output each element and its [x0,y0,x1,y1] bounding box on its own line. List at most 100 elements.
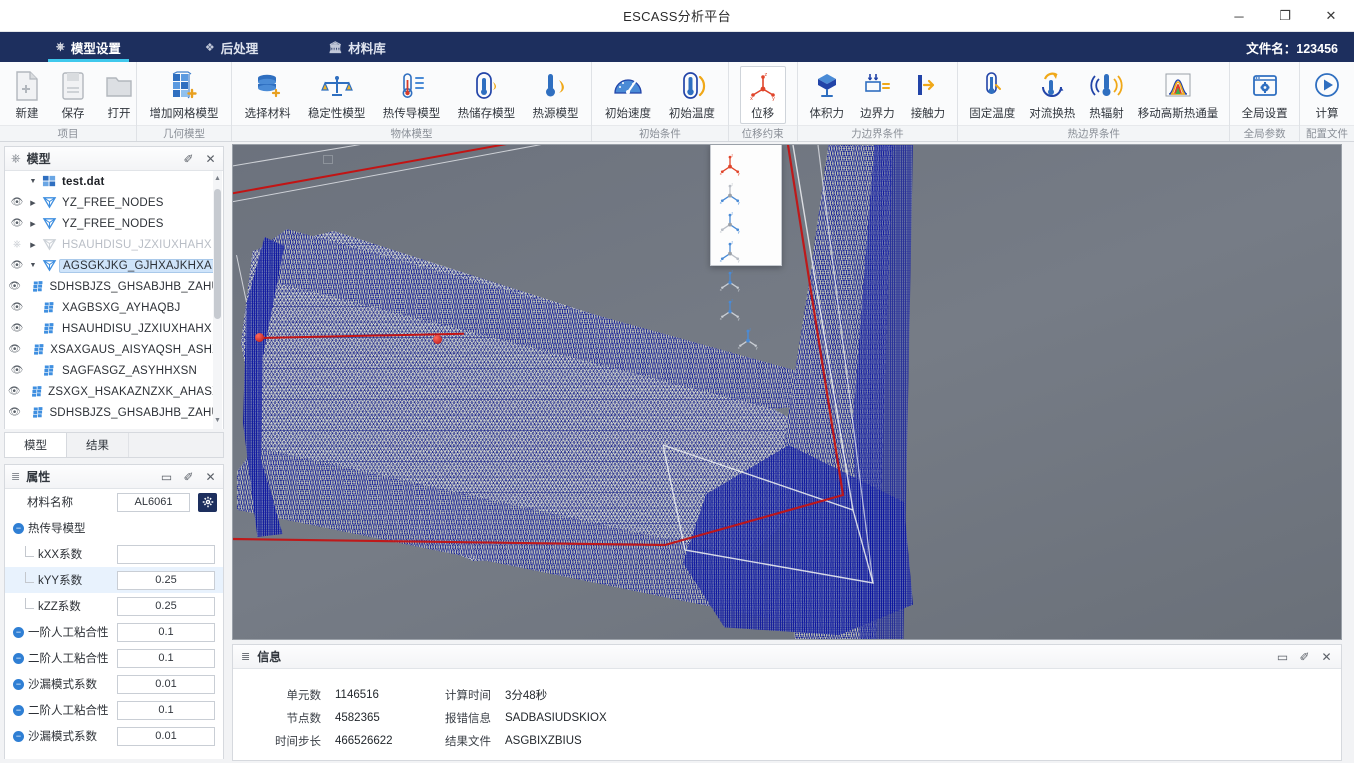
property-row-hourglass-b[interactable]: − 沙漏模式系数 0.01 [5,723,223,749]
scroll-up-arrow[interactable]: ▲ [213,173,222,185]
tab-model[interactable]: 模型 [5,433,67,457]
eye-icon[interactable]: 👁 [7,407,22,418]
add-mesh-model-button[interactable]: 增加网格模型 [142,66,225,124]
new-button[interactable]: 新建 [4,66,50,124]
eye-icon[interactable]: 👁 [7,365,27,376]
property-row-heat-conduction-section[interactable]: − 热传导模型 [5,515,223,541]
tree-item-hsauhdisu-hidden[interactable]: ⎈ ▶ HSAUHDISU_JZXIUXHAHX [5,234,223,255]
gear-icon[interactable] [198,493,217,512]
collapse-minus-icon[interactable]: − [13,731,24,742]
tree-item-part-7[interactable]: 👁 SDHSBJZS_GHSABJHB_ZAHU [5,402,223,423]
eye-icon[interactable]: 👁 [7,344,22,355]
tree-item-yz-free-nodes-1[interactable]: 👁 ▶ YZ_FREE_NODES [5,192,223,213]
tree-scrollbar[interactable]: ▲ ▼ [213,171,222,429]
thermal-radiation-button[interactable]: 热辐射 [1082,66,1131,124]
maximize-icon[interactable]: ▭ [160,470,173,483]
chevron-right-icon[interactable]: ▶ [27,199,39,207]
property-row-hourglass-a[interactable]: − 沙漏模式系数 0.01 [5,671,223,697]
tree-item-part-3[interactable]: 👁 HSAUHDISU_JZXIUXHAHX [5,318,223,339]
close-button[interactable]: ✕ [1308,0,1354,32]
constraint-z-icon[interactable]: zxy [731,323,765,352]
constraint-x-icon[interactable]: zxy [713,265,747,294]
eye-icon[interactable]: 👁 [7,302,27,313]
chevron-down-icon[interactable]: ▼ [27,178,39,185]
tree-item-agsgkjkg-selected[interactable]: 👁 ▼ AGSGKJKG_GJHXAJKHXA [5,255,223,276]
collapse-minus-icon[interactable]: − [13,627,24,638]
collapse-minus-icon[interactable]: − [13,523,24,534]
model-tree[interactable]: ▼ test.dat 👁 ▶ YZ_FREE_NODES [5,171,223,429]
property-row-kzz[interactable]: kZZ系数 0.25 [5,593,223,619]
tree-item-part-1[interactable]: 👁 SDHSBJZS_GHSABJHB_ZAHU [5,276,223,297]
kyy-field[interactable]: 0.25 [117,571,215,590]
constraint-yz-icon[interactable]: zxy [713,207,747,236]
tree-item-part-5[interactable]: 👁 SAGFASGZ_ASYHHXSN [5,360,223,381]
collapse-minus-icon[interactable]: − [13,679,24,690]
tree-item-root[interactable]: ▼ test.dat [5,171,223,192]
eye-icon[interactable]: 👁 [7,260,27,271]
eye-icon[interactable]: 👁 [7,197,27,208]
maximize-icon[interactable]: ▭ [1276,650,1289,663]
chevron-right-icon[interactable]: ▶ [27,241,39,249]
pin-icon[interactable]: ✐ [182,470,195,483]
tree-item-part-4[interactable]: 👁 XSAXGAUS_AISYAQSH_ASHX [5,339,223,360]
initial-temperature-button[interactable]: 初始温度 [662,66,722,124]
eye-icon[interactable]: 👁 [7,323,27,334]
material-name-field[interactable]: AL6061 [117,493,190,512]
displacement-constraint-palette[interactable]: zxy zxy zxy zxy zxy zxy [710,144,782,266]
eye-off-icon[interactable]: ⎈ [7,239,27,250]
property-row-second-order-viscosity-a[interactable]: − 二阶人工粘合性 0.1 [5,645,223,671]
heat-conduction-button[interactable]: 热传导模型 [376,66,448,124]
hourglass-b-field[interactable]: 0.01 [117,727,215,746]
eye-icon[interactable]: 👁 [7,386,21,397]
chevron-right-icon[interactable]: ▶ [27,220,39,228]
collapse-minus-icon[interactable]: − [13,653,24,664]
tree-item-yz-free-nodes-2[interactable]: 👁 ▶ YZ_FREE_NODES [5,213,223,234]
constraint-xy-icon[interactable]: zxy [713,178,747,207]
collapse-minus-icon[interactable]: − [13,705,24,716]
tree-item-part-6[interactable]: 👁 ZSXGX_HSAKAZNZXK_AHASX [5,381,223,402]
tab-results[interactable]: 结果 [67,433,129,457]
property-row-kyy[interactable]: kYY系数 0.25 [5,567,223,593]
kzz-field[interactable]: 0.25 [117,597,215,616]
tab-model-settings[interactable]: ⎈ 模型设置 [40,32,137,62]
tab-material-library[interactable]: 🏛 材料库 [312,32,401,62]
second-order-viscosity-b-field[interactable]: 0.1 [117,701,215,720]
kxx-field[interactable] [117,545,215,564]
convection-button[interactable]: 对流换热 [1022,66,1082,124]
constraint-y-icon[interactable]: zxy [713,294,747,323]
contact-force-button[interactable]: 接触力 [904,66,953,124]
viewport-3d[interactable]: zxy zxy zxy zxy zxy zxy [232,144,1342,640]
boundary-force-button[interactable]: 边界力 [853,66,902,124]
measurement-point-end[interactable] [433,335,442,344]
pin-icon[interactable]: ✐ [182,152,195,165]
heat-source-button[interactable]: 热源模型 [525,66,585,124]
scrollbar-thumb[interactable] [214,189,221,319]
hourglass-a-field[interactable]: 0.01 [117,675,215,694]
fixed-temperature-button[interactable]: 固定温度 [962,66,1022,124]
save-button[interactable]: 保存 [50,66,96,124]
second-order-viscosity-a-field[interactable]: 0.1 [117,649,215,668]
close-icon[interactable]: ✕ [204,470,217,483]
tree-item-part-2[interactable]: 👁 XAGBSXG_AYHAQBJ [5,297,223,318]
pin-icon[interactable]: ✐ [1298,650,1311,663]
heat-storage-button[interactable]: 热储存模型 [451,66,523,124]
property-row-first-order-viscosity[interactable]: − 一阶人工粘合性 0.1 [5,619,223,645]
gaussian-heat-flux-button[interactable]: 移动高斯热通量 [1131,66,1226,124]
minimize-button[interactable]: ─ [1216,0,1262,32]
constraint-xz-icon[interactable]: zxy [713,236,747,265]
maximize-button[interactable]: ❐ [1262,0,1308,32]
property-row-kxx[interactable]: kXX系数 [5,541,223,567]
compute-button[interactable]: 计算 [1304,66,1350,124]
tab-postprocess[interactable]: ❖ 后处理 [189,32,274,62]
close-icon[interactable]: ✕ [1320,650,1333,663]
close-icon[interactable]: ✕ [204,152,217,165]
stability-model-button[interactable]: 稳定性模型 [301,66,373,124]
eye-icon[interactable]: 👁 [7,281,22,292]
body-force-button[interactable]: 体积力 [803,66,852,124]
first-order-viscosity-field[interactable]: 0.1 [117,623,215,642]
constraint-xyz-icon[interactable]: zxy [713,149,747,178]
displacement-button[interactable]: z x y 位移 [740,66,786,124]
initial-velocity-button[interactable]: 初始速度 [598,66,658,124]
eye-icon[interactable]: 👁 [7,218,27,229]
hamburger-icon[interactable]: ≣ [241,650,250,663]
